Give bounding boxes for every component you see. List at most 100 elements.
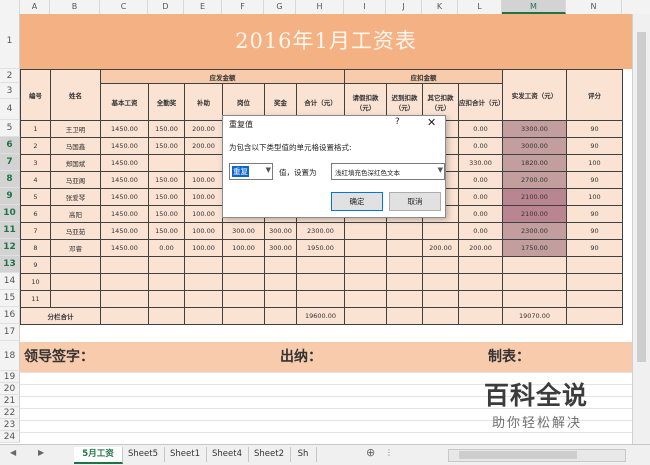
cell-att[interactable]: 150.00: [148, 188, 185, 206]
format-select[interactable]: 浅红填充色深红色文本 ▼: [331, 163, 445, 180]
empty-cell[interactable]: [264, 273, 297, 291]
row-header-5[interactable]: 5: [0, 120, 20, 137]
empty-cell[interactable]: [296, 290, 345, 308]
row-header-6[interactable]: 6: [0, 137, 20, 154]
column-header-g[interactable]: G: [264, 0, 296, 14]
empty-cell[interactable]: [386, 273, 423, 291]
cell-leave[interactable]: [344, 222, 387, 240]
column-header-c[interactable]: C: [100, 0, 148, 14]
ok-button[interactable]: 确定: [331, 192, 383, 211]
column-header-b[interactable]: B: [50, 0, 100, 14]
empty-cell[interactable]: [222, 307, 265, 325]
row-header-7[interactable]: 7: [0, 154, 20, 171]
column-header-h[interactable]: H: [296, 0, 344, 14]
cell-net[interactable]: 3300.00: [502, 120, 567, 138]
cell-dtotal[interactable]: 0.00: [458, 188, 503, 206]
row-header-13[interactable]: 13: [0, 256, 20, 273]
cell-net[interactable]: 1750.00: [502, 239, 567, 257]
empty-cell[interactable]: [502, 256, 567, 274]
cell-net[interactable]: 2100.00: [502, 205, 567, 223]
empty-cell[interactable]: [100, 273, 149, 291]
value-type-select[interactable]: 重复 ▼: [229, 163, 273, 180]
cell-name[interactable]: 高阳: [50, 205, 101, 223]
cell-sub[interactable]: 100.00: [184, 171, 223, 189]
empty-cell[interactable]: [502, 290, 567, 308]
empty-cell[interactable]: [566, 273, 623, 291]
cell-dtotal[interactable]: 0.00: [458, 171, 503, 189]
cell-net[interactable]: 2100.00: [502, 188, 567, 206]
empty-cell[interactable]: [344, 290, 387, 308]
column-header-f[interactable]: F: [222, 0, 264, 14]
empty-cell[interactable]: [296, 273, 345, 291]
empty-cell[interactable]: [50, 273, 101, 291]
cell-sub[interactable]: 100.00: [184, 205, 223, 223]
cell-base[interactable]: 1450.00: [100, 154, 149, 172]
row-header-12[interactable]: 12: [0, 239, 20, 256]
cell-late[interactable]: [386, 222, 423, 240]
cell-bonus[interactable]: 300.00: [264, 239, 297, 257]
tab-prev-icon[interactable]: ◀: [10, 448, 16, 457]
cell-net[interactable]: 1820.00: [502, 154, 567, 172]
cell-att[interactable]: [148, 154, 185, 172]
empty-cell[interactable]: [296, 256, 345, 274]
empty-cell[interactable]: [264, 290, 297, 308]
cell-id[interactable]: 5: [20, 188, 51, 206]
help-icon[interactable]: ?: [395, 117, 400, 127]
row-header-18[interactable]: 18: [0, 341, 20, 371]
column-header-d[interactable]: D: [148, 0, 184, 14]
sheet-tab[interactable]: Sheet2: [248, 447, 291, 462]
cell-base[interactable]: 1450.00: [100, 171, 149, 189]
empty-cell[interactable]: [184, 273, 223, 291]
cell-late[interactable]: [386, 239, 423, 257]
empty-cell[interactable]: [566, 256, 623, 274]
cell-dtotal[interactable]: 330.00: [458, 154, 503, 172]
vertical-scrollbar[interactable]: [632, 14, 650, 444]
cell-name[interactable]: 邓睿: [50, 239, 101, 257]
cell-bonus[interactable]: 300.00: [264, 222, 297, 240]
empty-cell[interactable]: [458, 290, 503, 308]
sheet-tab[interactable]: Sheet1: [164, 447, 207, 462]
subtotal-total[interactable]: 19600.00: [296, 307, 345, 325]
cell-score[interactable]: 100: [566, 154, 623, 172]
cell-base[interactable]: 1450.00: [100, 239, 149, 257]
cell-base[interactable]: 1450.00: [100, 137, 149, 155]
row-header-1[interactable]: 1: [0, 14, 20, 69]
empty-cell[interactable]: [184, 290, 223, 308]
empty-cell[interactable]: [386, 290, 423, 308]
cell-id[interactable]: 9: [20, 256, 51, 274]
empty-cell[interactable]: [184, 256, 223, 274]
row-header-8[interactable]: 8: [0, 171, 20, 188]
empty-cell[interactable]: [458, 273, 503, 291]
cell-id[interactable]: 8: [20, 239, 51, 257]
empty-cell[interactable]: [422, 307, 459, 325]
row-header-9[interactable]: 9: [0, 188, 20, 205]
empty-cell[interactable]: [344, 307, 387, 325]
column-header-m[interactable]: M: [502, 0, 566, 14]
sheet-tab[interactable]: Sheet4: [206, 447, 249, 462]
column-header-n[interactable]: N: [566, 0, 622, 14]
cell-sub[interactable]: 100.00: [184, 239, 223, 257]
empty-cell[interactable]: [566, 307, 623, 325]
cell-score[interactable]: 90: [566, 137, 623, 155]
cell-dtotal[interactable]: 0.00: [458, 120, 503, 138]
empty-cell[interactable]: [100, 290, 149, 308]
cell-att[interactable]: 150.00: [148, 222, 185, 240]
subtotal-label[interactable]: 分栏合计: [20, 307, 101, 325]
cell-name[interactable]: 马亚茹: [50, 222, 101, 240]
cell-name[interactable]: 王卫明: [50, 120, 101, 138]
cell-net[interactable]: 3000.00: [502, 137, 567, 155]
row-header-19[interactable]: 19: [0, 371, 20, 383]
empty-cell[interactable]: [148, 290, 185, 308]
column-header-a[interactable]: A: [20, 0, 50, 14]
empty-cell[interactable]: [50, 256, 101, 274]
empty-cell[interactable]: [458, 256, 503, 274]
row-header-2[interactable]: 2: [0, 69, 20, 83]
empty-cell[interactable]: [100, 256, 149, 274]
more-options-icon[interactable]: ⋮: [385, 448, 393, 457]
cell-total[interactable]: 1950.00: [296, 239, 345, 257]
column-header-l[interactable]: L: [458, 0, 502, 14]
empty-cell[interactable]: [344, 273, 387, 291]
row-header-15[interactable]: 15: [0, 290, 20, 307]
column-header-e[interactable]: E: [184, 0, 222, 14]
row-header-11[interactable]: 11: [0, 222, 20, 239]
